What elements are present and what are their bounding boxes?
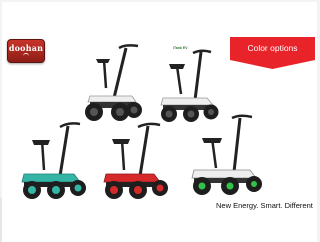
logo-swoosh-icon xyxy=(23,53,29,59)
banner-label: Color options xyxy=(247,43,298,53)
scooter-white-front xyxy=(85,44,142,121)
logo-text: doohan xyxy=(8,43,44,53)
scooter-red xyxy=(103,122,168,199)
tagline: New Energy. Smart. Different xyxy=(216,201,313,210)
left-edge-divider xyxy=(0,198,2,242)
scooter-white-green-accent xyxy=(191,114,262,195)
product-slide: doohan Color options iTank EV New Energy… xyxy=(2,2,317,242)
color-options-banner: Color options xyxy=(230,37,315,69)
scooter-green xyxy=(21,122,86,199)
doohan-logo: doohan xyxy=(7,39,45,63)
